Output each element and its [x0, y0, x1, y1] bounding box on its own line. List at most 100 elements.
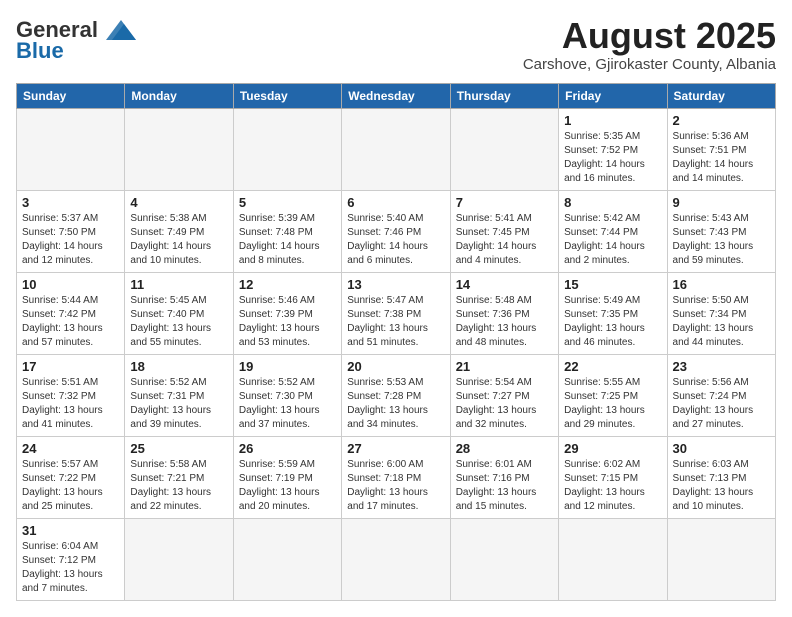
day-number: 29: [564, 441, 661, 456]
calendar-cell: 20 Sunrise: 5:53 AM Sunset: 7:28 PM Dayli…: [342, 354, 450, 436]
day-info: Sunrise: 5:49 AM Sunset: 7:35 PM Dayligh…: [564, 294, 661, 350]
day-info: Sunrise: 5:54 AM Sunset: 7:27 PM Dayligh…: [456, 376, 553, 432]
calendar-cell: [667, 518, 775, 600]
day-number: 30: [673, 441, 770, 456]
day-info: Sunrise: 6:04 AM Sunset: 7:12 PM Dayligh…: [22, 540, 119, 596]
calendar-cell: 28Sunrise: 6:01 AM Sunset: 7:16 PM Dayli…: [450, 436, 558, 518]
calendar-cell: 10Sunrise: 5:44 AM Sunset: 7:42 PM Dayli…: [17, 272, 125, 354]
day-number: 8: [564, 195, 661, 210]
calendar: SundayMondayTuesdayWednesdayThursdayFrid…: [16, 83, 776, 601]
calendar-cell: 8Sunrise: 5:42 AM Sunset: 7:44 PM Daylig…: [559, 190, 667, 272]
day-number: 25: [130, 441, 227, 456]
day-number: 11: [130, 277, 227, 292]
calendar-cell: 27 Sunrise: 6:00 AM Sunset: 7:18 PM Dayli…: [342, 436, 450, 518]
day-number: 9: [673, 195, 770, 210]
day-number: 27: [347, 441, 444, 456]
calendar-cell: 12 Sunrise: 5:46 AM Sunset: 7:39 PM Dayli…: [233, 272, 341, 354]
day-number: 12: [239, 277, 336, 292]
day-of-week-header: Thursday: [450, 83, 558, 108]
day-info: Sunrise: 5:52 AM Sunset: 7:30 PM Dayligh…: [239, 376, 336, 432]
day-number: 22: [564, 359, 661, 374]
day-info: Sunrise: 5:52 AM Sunset: 7:31 PM Dayligh…: [130, 376, 227, 432]
calendar-header-row: SundayMondayTuesdayWednesdayThursdayFrid…: [17, 83, 776, 108]
calendar-cell: 6 Sunrise: 5:40 AM Sunset: 7:46 PM Daylig…: [342, 190, 450, 272]
calendar-cell: [17, 108, 125, 190]
title-area: August 2025 Carshove, Gjirokaster County…: [523, 16, 776, 73]
calendar-cell: [559, 518, 667, 600]
day-info: Sunrise: 5:46 AM Sunset: 7:39 PM Dayligh…: [239, 294, 336, 350]
calendar-week-row: 17 Sunrise: 5:51 AM Sunset: 7:32 PM Dayli…: [17, 354, 776, 436]
day-info: Sunrise: 6:00 AM Sunset: 7:18 PM Dayligh…: [347, 458, 444, 514]
calendar-cell: [450, 108, 558, 190]
calendar-cell: [233, 518, 341, 600]
logo-icon: [102, 16, 140, 44]
day-info: Sunrise: 5:35 AM Sunset: 7:52 PM Dayligh…: [564, 130, 661, 186]
calendar-cell: 26 Sunrise: 5:59 AM Sunset: 7:19 PM Dayli…: [233, 436, 341, 518]
calendar-cell: 24 Sunrise: 5:57 AM Sunset: 7:22 PM Dayli…: [17, 436, 125, 518]
location: Carshove, Gjirokaster County, Albania: [523, 56, 776, 73]
day-number: 19: [239, 359, 336, 374]
calendar-cell: 22Sunrise: 5:55 AM Sunset: 7:25 PM Dayli…: [559, 354, 667, 436]
day-info: Sunrise: 5:43 AM Sunset: 7:43 PM Dayligh…: [673, 212, 770, 268]
month-year: August 2025: [523, 16, 776, 56]
day-info: Sunrise: 5:36 AM Sunset: 7:51 PM Dayligh…: [673, 130, 770, 186]
day-info: Sunrise: 5:41 AM Sunset: 7:45 PM Dayligh…: [456, 212, 553, 268]
day-info: Sunrise: 5:53 AM Sunset: 7:28 PM Dayligh…: [347, 376, 444, 432]
calendar-cell: [233, 108, 341, 190]
calendar-cell: 4 Sunrise: 5:38 AM Sunset: 7:49 PM Daylig…: [125, 190, 233, 272]
day-number: 6: [347, 195, 444, 210]
day-info: Sunrise: 5:38 AM Sunset: 7:49 PM Dayligh…: [130, 212, 227, 268]
calendar-cell: [450, 518, 558, 600]
logo-blue: Blue: [16, 38, 64, 64]
day-number: 10: [22, 277, 119, 292]
calendar-cell: 5 Sunrise: 5:39 AM Sunset: 7:48 PM Daylig…: [233, 190, 341, 272]
logo: General Blue: [16, 16, 140, 64]
calendar-cell: 14 Sunrise: 5:48 AM Sunset: 7:36 PM Dayli…: [450, 272, 558, 354]
day-of-week-header: Monday: [125, 83, 233, 108]
calendar-cell: [125, 518, 233, 600]
day-of-week-header: Wednesday: [342, 83, 450, 108]
day-number: 24: [22, 441, 119, 456]
calendar-cell: 15Sunrise: 5:49 AM Sunset: 7:35 PM Dayli…: [559, 272, 667, 354]
day-info: Sunrise: 5:59 AM Sunset: 7:19 PM Dayligh…: [239, 458, 336, 514]
calendar-cell: 17 Sunrise: 5:51 AM Sunset: 7:32 PM Dayli…: [17, 354, 125, 436]
day-info: Sunrise: 5:58 AM Sunset: 7:21 PM Dayligh…: [130, 458, 227, 514]
day-info: Sunrise: 5:45 AM Sunset: 7:40 PM Dayligh…: [130, 294, 227, 350]
day-number: 17: [22, 359, 119, 374]
day-info: Sunrise: 5:39 AM Sunset: 7:48 PM Dayligh…: [239, 212, 336, 268]
calendar-cell: 23Sunrise: 5:56 AM Sunset: 7:24 PM Dayli…: [667, 354, 775, 436]
day-info: Sunrise: 5:40 AM Sunset: 7:46 PM Dayligh…: [347, 212, 444, 268]
day-number: 28: [456, 441, 553, 456]
day-info: Sunrise: 5:57 AM Sunset: 7:22 PM Dayligh…: [22, 458, 119, 514]
calendar-cell: 3Sunrise: 5:37 AM Sunset: 7:50 PM Daylig…: [17, 190, 125, 272]
calendar-week-row: 3Sunrise: 5:37 AM Sunset: 7:50 PM Daylig…: [17, 190, 776, 272]
day-of-week-header: Saturday: [667, 83, 775, 108]
day-info: Sunrise: 5:48 AM Sunset: 7:36 PM Dayligh…: [456, 294, 553, 350]
day-number: 13: [347, 277, 444, 292]
day-info: Sunrise: 5:50 AM Sunset: 7:34 PM Dayligh…: [673, 294, 770, 350]
day-info: Sunrise: 5:47 AM Sunset: 7:38 PM Dayligh…: [347, 294, 444, 350]
calendar-cell: 18 Sunrise: 5:52 AM Sunset: 7:31 PM Dayli…: [125, 354, 233, 436]
calendar-cell: 30Sunrise: 6:03 AM Sunset: 7:13 PM Dayli…: [667, 436, 775, 518]
day-number: 23: [673, 359, 770, 374]
calendar-week-row: 24 Sunrise: 5:57 AM Sunset: 7:22 PM Dayli…: [17, 436, 776, 518]
day-number: 14: [456, 277, 553, 292]
calendar-cell: 31Sunrise: 6:04 AM Sunset: 7:12 PM Dayli…: [17, 518, 125, 600]
day-number: 20: [347, 359, 444, 374]
day-info: Sunrise: 5:37 AM Sunset: 7:50 PM Dayligh…: [22, 212, 119, 268]
day-number: 5: [239, 195, 336, 210]
calendar-cell: 16 Sunrise: 5:50 AM Sunset: 7:34 PM Dayli…: [667, 272, 775, 354]
day-number: 26: [239, 441, 336, 456]
day-of-week-header: Sunday: [17, 83, 125, 108]
calendar-cell: 2Sunrise: 5:36 AM Sunset: 7:51 PM Daylig…: [667, 108, 775, 190]
day-number: 1: [564, 113, 661, 128]
day-number: 4: [130, 195, 227, 210]
calendar-cell: 19 Sunrise: 5:52 AM Sunset: 7:30 PM Dayli…: [233, 354, 341, 436]
day-of-week-header: Tuesday: [233, 83, 341, 108]
calendar-cell: [342, 518, 450, 600]
calendar-week-row: 31Sunrise: 6:04 AM Sunset: 7:12 PM Dayli…: [17, 518, 776, 600]
day-info: Sunrise: 5:51 AM Sunset: 7:32 PM Dayligh…: [22, 376, 119, 432]
calendar-cell: 1 Sunrise: 5:35 AM Sunset: 7:52 PM Daylig…: [559, 108, 667, 190]
day-number: 18: [130, 359, 227, 374]
day-number: 16: [673, 277, 770, 292]
